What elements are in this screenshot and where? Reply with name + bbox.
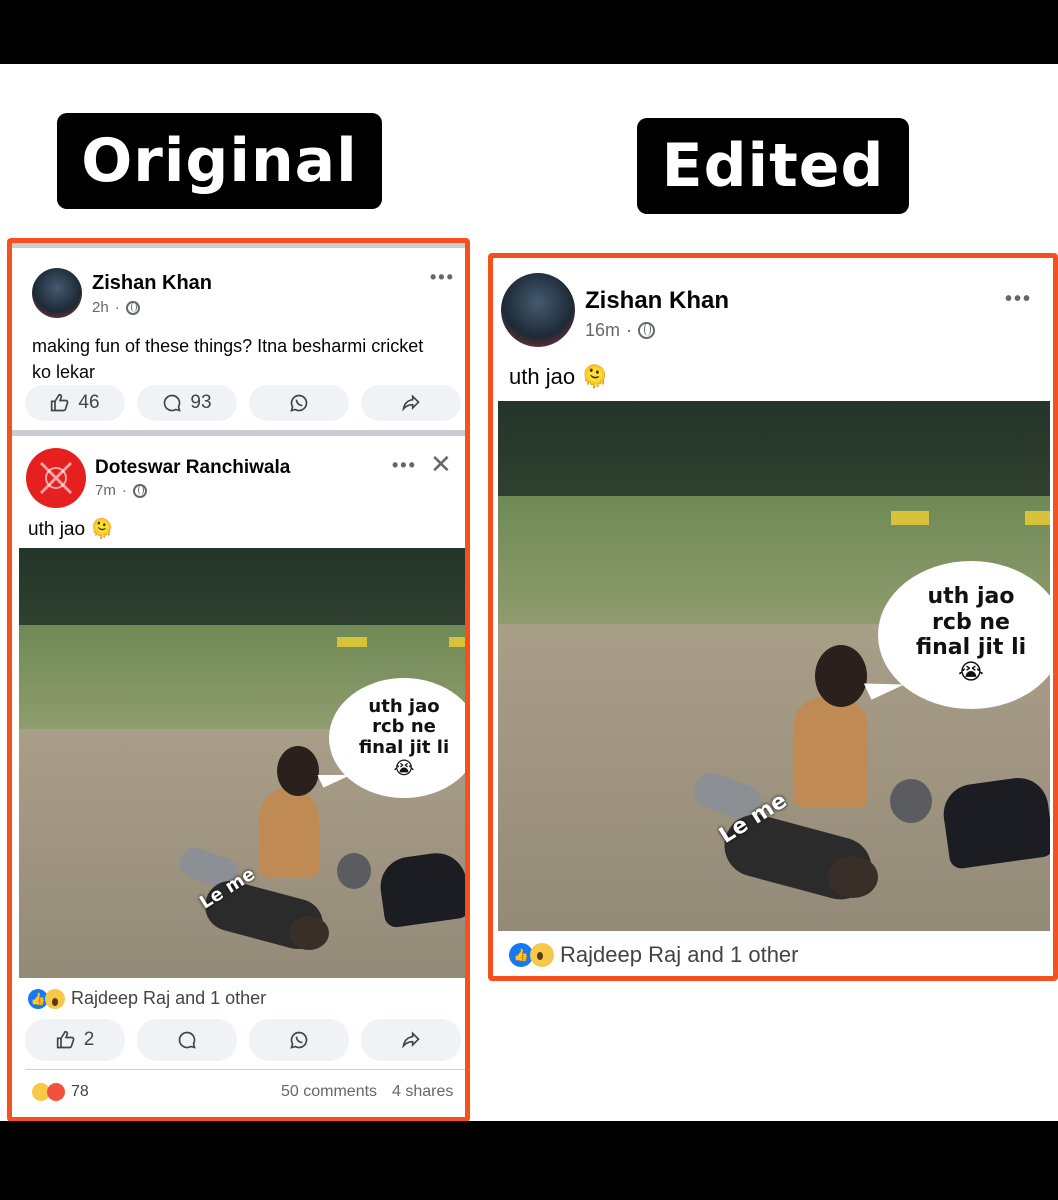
share-button[interactable] [361,385,461,421]
post1-text: making fun of these things? Itna besharm… [32,336,424,382]
post2-text: uth jao 🫠 [28,519,114,540]
more-icon[interactable]: ••• [430,267,455,288]
post2-author[interactable]: Doteswar Ranchiwala [95,457,290,479]
reactions-text: Rajdeep Raj and 1 other [560,942,799,967]
like-count: 46 [78,392,100,413]
bench [1025,511,1050,525]
label-edited: Edited [637,118,909,214]
bench [891,511,929,525]
reaction-count[interactable]: 78 [32,1083,89,1101]
like-count: 2 [83,1029,95,1050]
comments-count[interactable]: 50 comments [281,1083,377,1101]
close-icon[interactable]: ✕ [430,449,452,480]
edited-screenshot-frame: Zishan Khan 16m · ••• uth jao 🫠 uth jao r… [488,253,1058,981]
bench [449,637,465,647]
wow-reaction-icon [45,988,65,1009]
whatsapp-icon [290,394,308,412]
girl [259,788,319,878]
whatsapp-button[interactable] [249,1019,349,1061]
like-icon [51,393,69,412]
speech-bubble: uth jao rcb ne final jit li 😭 [329,678,465,798]
speech-bubble: uth jao rcb ne final jit li 😭 [878,561,1050,709]
divider [25,1069,465,1070]
post-divider [12,430,465,436]
backpack [939,774,1050,870]
whatsapp-button[interactable] [249,385,349,421]
globe-icon [132,483,147,498]
reactions-summary[interactable]: 👍 Rajdeep Raj and 1 other [509,942,799,968]
comment-button[interactable]: 93 [137,385,237,421]
logo-icon [39,461,73,495]
comment-count: 93 [190,392,212,413]
post2-time: 7m [95,482,116,499]
shares-count[interactable]: 4 shares [392,1083,453,1101]
comment-button[interactable] [137,1019,237,1061]
bottom-black-bar [0,1121,1058,1200]
post-image[interactable]: uth jao rcb ne final jit li 😭 Le me [498,401,1050,931]
original-screenshot-frame: Zishan Khan 2h · ••• making fun of these … [7,238,470,1122]
globe-icon [638,322,656,339]
post1-meta: 2h · [92,299,140,316]
top-divider [12,243,465,248]
share-button[interactable] [361,1019,461,1061]
avatar[interactable] [501,273,575,347]
post1-time: 2h [92,299,109,316]
post2-meta: 7m · [95,482,147,499]
globe-icon [125,300,140,315]
reactions-summary[interactable]: 👍 Rajdeep Raj and 1 other [28,988,266,1009]
avatar[interactable] [26,448,86,508]
girl [793,697,868,807]
bench [337,637,367,647]
post-image[interactable]: uth jao rcb ne final jit li 😭 Le me [19,548,465,978]
post-time: 16m [585,320,621,340]
share-icon [402,394,420,412]
like-icon [56,1030,75,1049]
post-author[interactable]: Zishan Khan [585,287,729,315]
wow-reaction-icon [530,943,554,967]
comment-icon [178,1031,196,1049]
like-button[interactable]: 46 [25,385,125,421]
label-original: Original [57,113,382,209]
post-text: uth jao 🫠 [509,364,609,389]
angry-reaction-icon [47,1083,65,1101]
share-icon [402,1031,420,1049]
like-button[interactable]: 2 [25,1019,125,1061]
more-icon[interactable]: ••• [1005,288,1032,311]
more-icon[interactable]: ••• [392,455,417,476]
avatar[interactable] [32,268,82,318]
post-meta: 16m · [585,320,656,341]
comment-icon [164,394,182,412]
whatsapp-icon [290,1031,308,1049]
top-black-bar [0,0,1058,64]
post1-author[interactable]: Zishan Khan [92,272,212,295]
reactions-text: Rajdeep Raj and 1 other [71,988,267,1008]
